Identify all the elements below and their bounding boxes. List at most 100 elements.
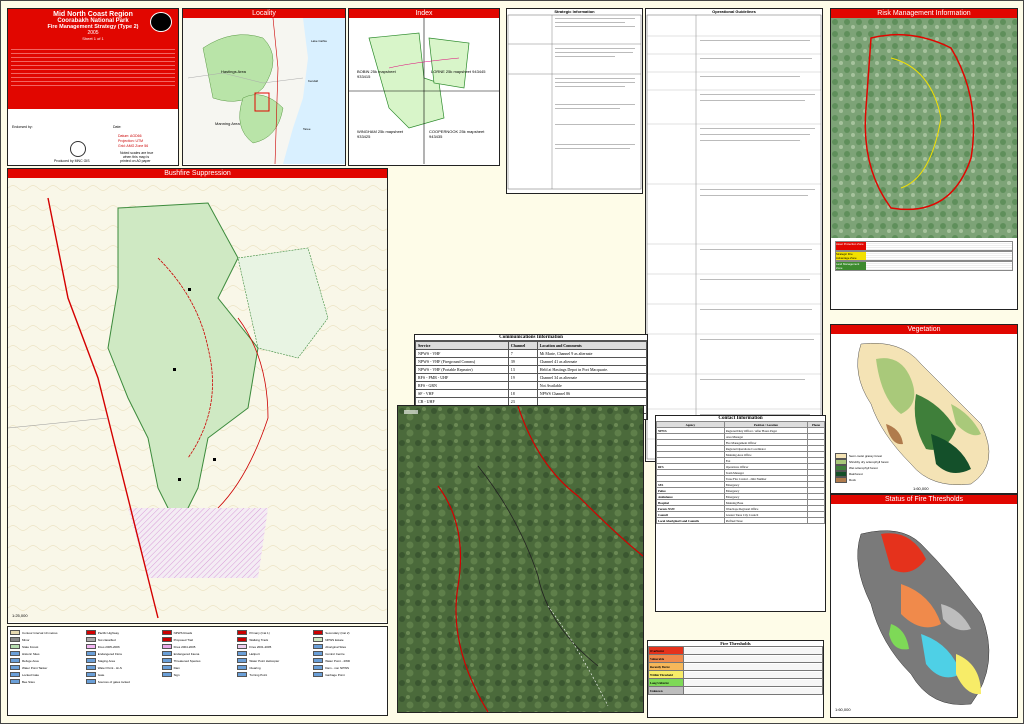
comm-location: Held at Hastings Depot in Port Macquarie… [536,365,647,374]
legend-label: Gate [97,672,105,677]
comm-col-service: Service [415,341,509,350]
map-legend-item: Fires 2005-2006 [85,643,158,650]
legend-symbol-icon [85,658,96,663]
threshold-row: Within Threshold [648,670,823,679]
comm-channel: 39 [507,357,538,366]
legend-label: Pacific Highway [97,630,119,635]
legend-label: Refuge Area [22,658,39,663]
contact-phone [807,517,825,524]
locality-panel: Locality Hastings Area Manning Area Lake… [182,8,346,166]
index-map [349,18,499,164]
sheet-title: Sheet 1 of 1 [82,36,104,41]
threshold-row: Unknown [648,686,823,695]
threshold-description [683,662,823,671]
index-coopernook: COOPERNOOK 25k mapsheet 943435 [429,129,485,139]
legend-symbol-icon [10,672,20,677]
comm-service: SF - VHF [415,389,509,398]
legend-symbol-icon [313,644,324,649]
legend-label: Fires 2001-2005 [249,644,272,649]
comm-service: NPWS - VHF (Portable Repeater) [415,365,509,374]
comm-row: RFS - GRN Not Available [415,381,647,390]
map-legend-item: Historic Sites [10,650,82,657]
map-legend-item: NPWS Roads [161,629,234,636]
threshold-description [683,678,823,687]
grid-label: Grid: AMG Zone 56 [118,144,149,148]
threshold-row: Vulnerable [648,654,823,663]
legend-label: Turning Point [249,672,268,677]
contact-position: Purfleet/Taree [723,517,809,524]
operational-guidelines-table [646,14,822,460]
contact-panel: Contact Information Agency Position / Lo… [655,415,826,612]
legend-label: Staging Area [97,658,115,663]
threshold-row: Overburnt [648,646,823,655]
comm-col-location: Location and Comments [536,341,647,350]
bushfire-suppression-map [8,178,387,622]
map-legend-item: Staging Area [85,657,158,664]
disclaimer-text-block [11,49,175,89]
legend-symbol-icon [161,644,172,649]
map-legend-item: Secondary (Cat 2) [313,629,385,636]
legend-label: NPWS Estate [325,637,344,642]
contact-table: Agency Position / Location Phone NPWS Reg… [656,421,825,524]
comm-row: NPWS - VHF (Fireground Comms) 39 Channel 4… [415,357,647,366]
fire-thresholds-table: Overburnt Vulnerable Recently Burnt Within … [648,646,823,695]
legend-label: Dam [173,665,180,670]
map-legend-item: Proposed Trail [161,636,234,643]
comm-row: NPWS - VHF 7 Mt Marie, Channel 9 as altern… [415,349,647,358]
bushfire-suppression-header: Bushfire Suppression [8,169,387,178]
legend-symbol-icon [237,665,248,670]
risk-row-sfaz: Strategic Fire Advantage Zone [835,251,1013,261]
legend-label: Heliport [249,651,260,656]
map-legend-item: Dam [161,664,234,671]
legend-symbol-icon [313,651,324,656]
comm-row: SF - VHF 18 NPWS Channel 86 [415,389,647,398]
legend-label: Dam - non NPWS [325,665,350,670]
legend-label: Not classified [97,637,116,642]
legend-symbol-icon [85,672,96,677]
map-legend-item: Water Point Helicopter [237,657,309,664]
comm-location: Channel 34 as alternate [536,373,647,382]
legend-symbol-icon [10,651,20,656]
map-legend-item: NPWS Estate [313,636,385,643]
map-legend-item: Fires 2001-2005 [237,643,309,650]
index-wingham: WINGHAM 25k mapsheet 933425 [357,129,404,139]
legend-symbol-icon [161,630,172,635]
threshold-description [683,670,823,679]
legend-label: Endangered Flora [97,651,122,656]
legend-label: Clearing [249,665,261,670]
comm-channel: 13 [507,365,538,374]
datum-label: Datum: AGD66 [118,134,142,138]
map-legend-item: Control Centre [313,650,385,657]
map-legend-item: Locked Gate [10,671,82,678]
map-legend-item: Turning Point [237,671,309,678]
aerial-photo-panel [397,405,644,713]
map-legend-item: Garbage Point [313,671,385,678]
risk-row-apz: Asset Protection Zone [835,241,1013,251]
legend-symbol-icon [85,637,96,642]
map-legend-item: Endangered Flora [85,650,158,657]
map-legend-item: Threatened Species [161,657,234,664]
legend-symbol-icon [10,644,20,649]
legend-symbol-icon [161,651,172,656]
legend-label: Water Point - Hi-S [97,665,122,670]
suppression-scale: 1:25,000 [12,613,28,618]
comm-service: RFS - GRN [415,381,509,390]
vegetation-scale: 1:60,000 [913,486,929,491]
comm-service: RFS - PMR - UHF [415,373,509,382]
legend-label: Control Centre [325,651,345,656]
legend-label: Endangered Fauna [173,651,200,656]
risk-legend-table: Asset Protection Zone Strategic Fire Adv… [835,241,1013,303]
legend-symbol-icon [161,637,172,642]
legend-symbol-icon [85,644,96,649]
threshold-scale: 1:60,000 [835,707,851,712]
comm-service: NPWS - VHF [415,349,509,358]
risk-label-lmz: Land Management Zone [836,262,866,270]
locality-label-lake-cathie: Lake Cathie [311,39,328,43]
locality-label-manning: Manning Area [215,121,240,126]
legend-label: Water Point - 4WD [325,658,351,663]
comm-channel [507,381,538,390]
threshold-description [683,646,823,655]
legend-symbol-icon [10,679,20,684]
legend-label: Sources of gates locked [97,679,130,684]
risk-label-sfaz: Strategic Fire Advantage Zone [836,252,866,260]
